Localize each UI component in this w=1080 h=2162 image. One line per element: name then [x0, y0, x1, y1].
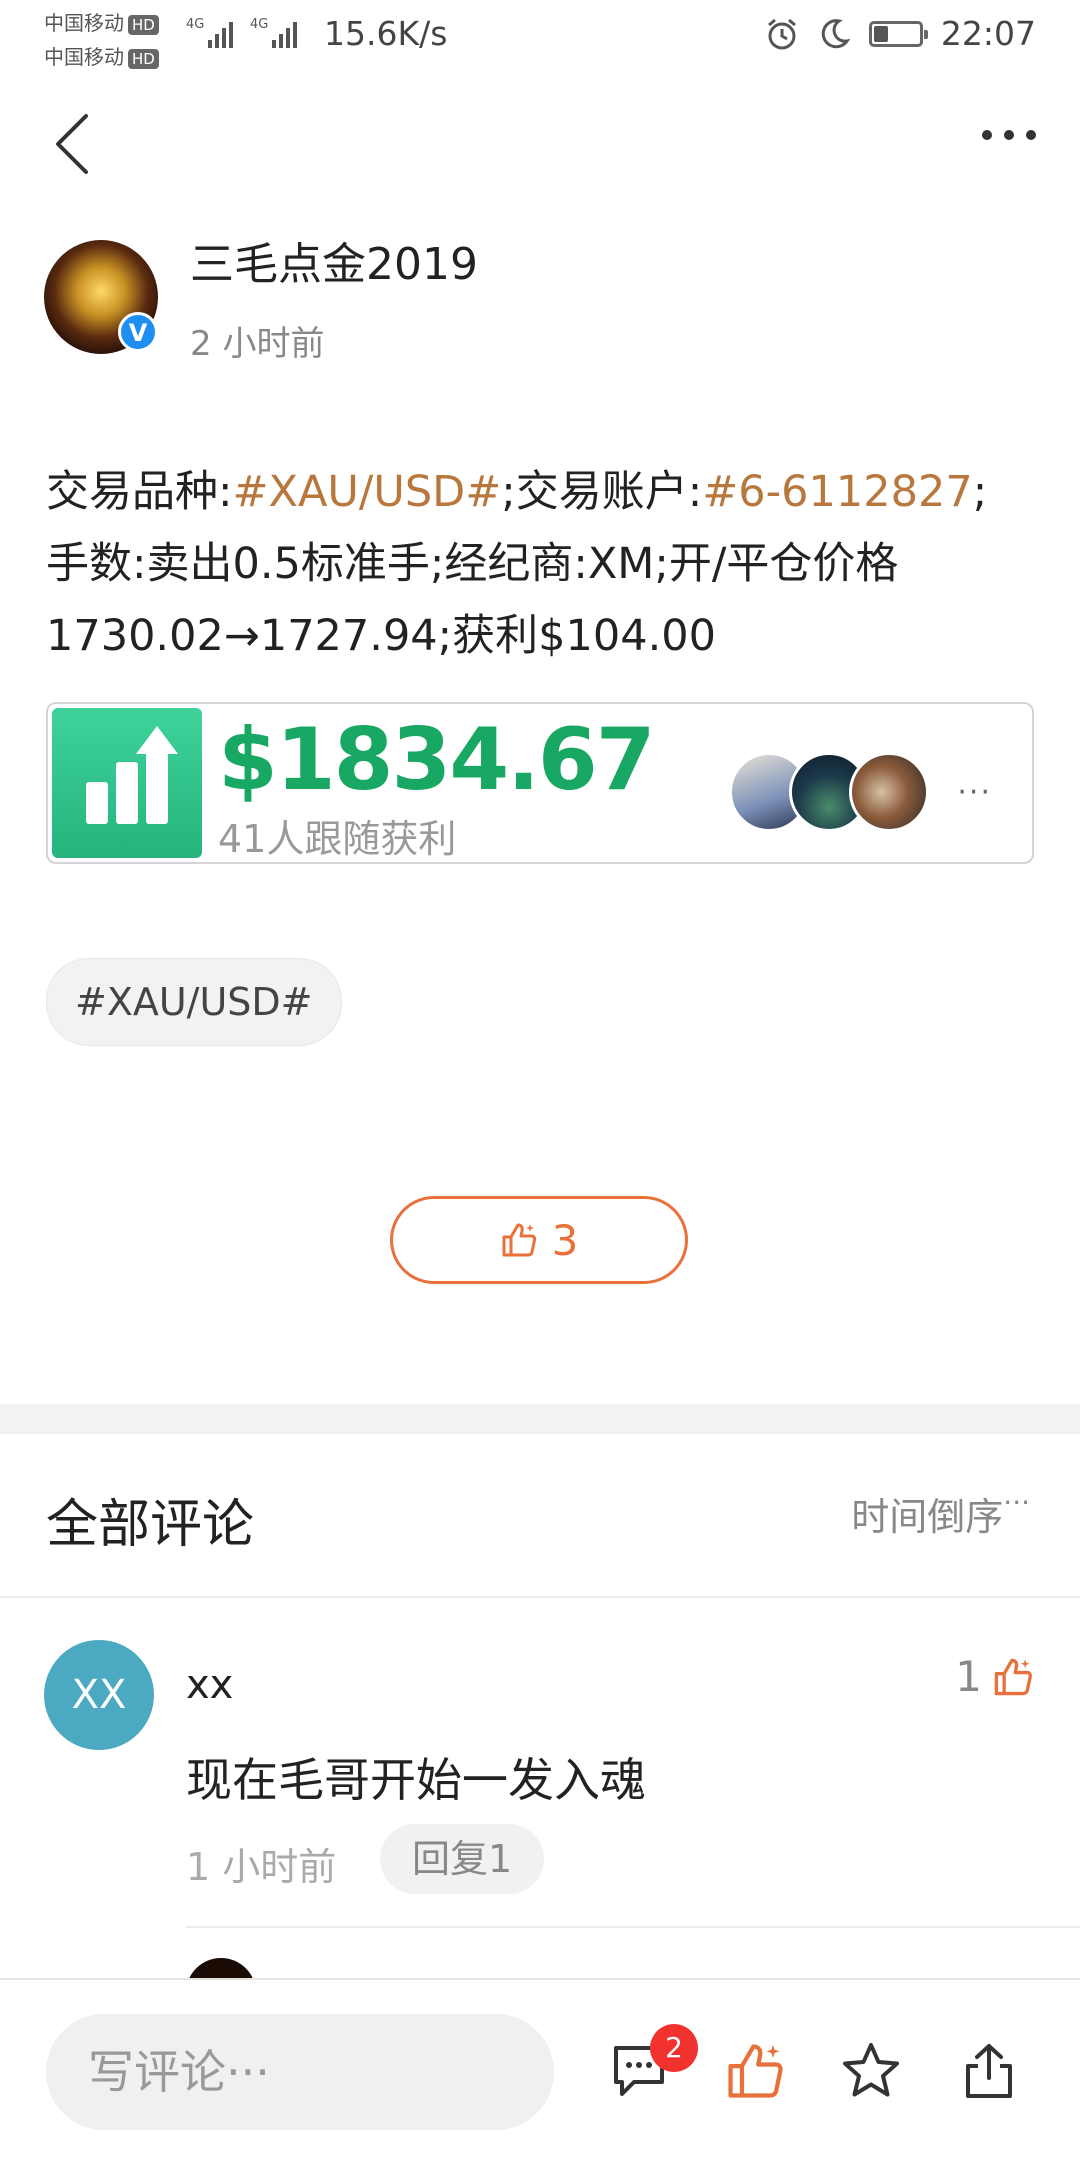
- topic-chip[interactable]: #XAU/USD#: [46, 958, 342, 1046]
- follower-avatars[interactable]: ···: [729, 752, 992, 832]
- profit-amount: $1834.67: [218, 710, 656, 810]
- followers-profit-text: 41人跟随获利: [218, 817, 457, 861]
- like-icon[interactable]: [724, 2040, 786, 2106]
- sort-label: 时间倒序: [851, 1495, 1004, 1539]
- svg-text:4G: 4G: [250, 17, 268, 32]
- network-speed: 15.6K/s: [324, 14, 448, 53]
- comment-time: 1 小时前: [186, 1845, 337, 1889]
- author-name[interactable]: 三毛点金2019: [190, 228, 478, 292]
- battery-level: [873, 25, 888, 42]
- section-divider: [0, 1404, 1080, 1434]
- signal-icon: 4G 4G: [186, 14, 310, 58]
- carrier-2: 中国移动: [44, 45, 124, 69]
- status-carriers: 中国移动 HD 中国移动 HD: [44, 6, 159, 74]
- hd-badge: HD: [128, 48, 159, 69]
- star-icon[interactable]: [840, 2040, 902, 2106]
- divider: [0, 1596, 1080, 1598]
- carrier-1: 中国移动: [44, 11, 124, 35]
- sort-icon: ···: [1003, 1486, 1030, 1519]
- reply-button[interactable]: 回复1: [380, 1824, 545, 1894]
- follower-avatar: [849, 752, 930, 832]
- comment-like-button[interactable]: 1: [955, 1652, 1034, 1701]
- moon-icon: [821, 18, 851, 48]
- hd-badge: HD: [128, 14, 159, 35]
- post-text-line: 手数:卖出0.5标准手;经纪商:XM;开/平仓价格: [46, 539, 899, 589]
- post-text-line: 1730.02→1727.94;获利$104.00: [46, 611, 716, 661]
- more-followers-icon: ···: [957, 774, 992, 810]
- clock: 22:07: [940, 14, 1036, 53]
- commenter-avatar[interactable]: XX: [44, 1640, 154, 1750]
- hashtag-link[interactable]: #XAU/USD#: [233, 467, 502, 517]
- svg-text:4G: 4G: [186, 17, 204, 32]
- chart-up-icon: [52, 708, 202, 858]
- commenter-name[interactable]: xx: [186, 1662, 233, 1708]
- sort-toggle[interactable]: 时间倒序···: [851, 1486, 1030, 1541]
- post-text: 交易品种:: [46, 467, 233, 517]
- post-time: 2 小时前: [190, 324, 325, 364]
- divider: [186, 1926, 1080, 1928]
- thumbs-up-icon: [502, 1223, 536, 1257]
- thumbs-up-icon: [994, 1658, 1032, 1695]
- post-text: ;: [972, 467, 988, 517]
- share-icon[interactable]: [958, 2040, 1020, 2106]
- bottom-bar: 写评论··· 2: [0, 1978, 1080, 2162]
- comment-input[interactable]: 写评论···: [46, 2014, 554, 2130]
- like-button[interactable]: 3: [390, 1196, 688, 1284]
- more-options-icon[interactable]: [982, 130, 1036, 140]
- comments-title: 全部评论: [46, 1495, 255, 1555]
- post-content: 交易品种:#XAU/USD#;交易账户:#6-6112827; 手数:卖出0.5…: [46, 456, 1036, 672]
- like-count: 3: [551, 1215, 579, 1265]
- battery-icon: [868, 20, 928, 47]
- post-text: ;交易账户:: [501, 467, 703, 517]
- follow-profit-card[interactable]: $1834.67 41人跟随获利 ···: [46, 702, 1034, 864]
- comment-text: 现在毛哥开始一发入魂: [186, 1753, 646, 1807]
- comment-count-badge: 2: [650, 2024, 698, 2072]
- account-link[interactable]: #6-6112827: [702, 467, 972, 517]
- status-right: 22:07: [765, 14, 1036, 53]
- back-icon[interactable]: [52, 112, 92, 180]
- verified-icon: V: [118, 312, 158, 352]
- comment-like-count: 1: [955, 1652, 982, 1701]
- alarm-icon: [767, 18, 796, 49]
